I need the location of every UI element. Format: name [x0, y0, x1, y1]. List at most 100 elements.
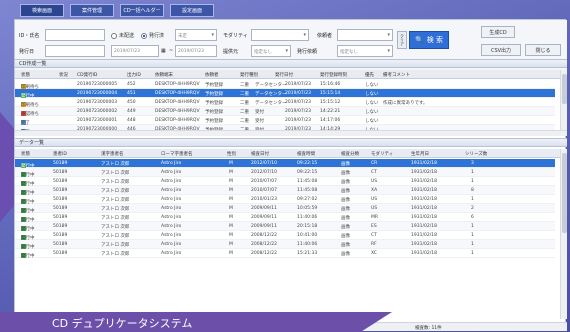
date-to-input[interactable]: 2019/07/23: [175, 45, 217, 57]
date-from-input[interactable]: 2019/07/23: [111, 45, 159, 57]
cd-table-row[interactable]: 発行中 20190723000004 451 DESKTOP-4HH9RQV 予約登録二…: [15, 89, 555, 99]
data-status-text: 発行中: [21, 254, 35, 259]
cd-cell-priority: しない: [365, 101, 379, 106]
bulk-cd-button[interactable]: 生成CD: [481, 26, 515, 38]
data-cell-birth: 1931/02/18: [411, 242, 437, 247]
data-cell-series: 6: [471, 215, 474, 220]
data-col-roman[interactable]: ローマ字患者名: [161, 151, 193, 157]
data-table-row[interactable]: 発行中 50189 アストロ 次郎 Astro Jiro M 2009/09/11 10:0…: [15, 204, 555, 214]
data-col-mod[interactable]: モダリティ: [371, 151, 393, 157]
tab-search[interactable]: 検索画面: [20, 4, 64, 17]
search-button[interactable]: 🔍 検 索: [409, 31, 449, 49]
cd-cell-user: 予約登録: [205, 101, 223, 106]
top-tab-bar: 検索画面 案件管理 CD一括ヘルダー 設定画面: [20, 4, 214, 17]
issue-field[interactable]: [45, 45, 105, 57]
data-cell-birth: 1931/02/18: [411, 179, 437, 184]
cd-table-row[interactable]: 印刷待ち 20190723000005 452 DESKTOP-4HH9RQV 予約登録…: [15, 80, 555, 90]
data-cell-birth: 1931/02/18: [411, 215, 437, 220]
cd-col-user[interactable]: 依頼者: [205, 72, 219, 78]
data-cell-sex: M: [229, 170, 233, 175]
data-col-birth[interactable]: 生年月日: [411, 151, 429, 157]
cd-hscrollbar[interactable]: [15, 130, 567, 136]
data-cell-roman: Astro Jiro: [161, 242, 182, 247]
modality-select[interactable]: [251, 29, 309, 41]
data-col-pid[interactable]: 患者ID: [53, 151, 67, 157]
data-col-date[interactable]: 検査日付: [251, 151, 269, 157]
data-vscrollbar[interactable]: [560, 149, 567, 319]
data-cell-time: 11:45:08: [297, 188, 318, 193]
data-cell-kind: 画像: [341, 252, 350, 257]
cd-table-header: 状態 状況 CD発行ID 出力ID 依頼端末 依頼者 発行種別 発行日付 発行登…: [15, 70, 567, 79]
data-cell-birth: 1931/02/18: [411, 224, 437, 229]
cd-col-time[interactable]: 発行登録時刻: [320, 72, 347, 78]
clear-button[interactable]: クリア: [397, 31, 407, 49]
data-table-row[interactable]: 発行中 50189 アストロ 次郎 Astro Jiro M 2012/07/10 09:2…: [15, 168, 555, 178]
radio-issued[interactable]: 発行済: [141, 32, 164, 39]
csv-export-button[interactable]: CSV出力: [481, 44, 521, 56]
data-table-row[interactable]: 発行中 50189 アストロ 次郎 Astro Jiro M 2009/09/11 11:4…: [15, 213, 555, 223]
requester-label: 依頼者: [317, 33, 333, 39]
id-input[interactable]: [45, 29, 105, 41]
cd-cell-time: 15:15:12: [320, 100, 341, 105]
data-vscroll-thumb[interactable]: [562, 153, 567, 233]
data-col-sex[interactable]: 性別: [227, 151, 236, 157]
data-cell-sex: M: [229, 251, 233, 256]
data-cell-time: 11:40:06: [297, 215, 318, 220]
cd-cell-cd-id: 20190723000004: [77, 91, 118, 96]
data-table-row[interactable]: 発行中 50189 アストロ 次郎 Astro Jiro M 2012/07/10 09:2…: [15, 159, 555, 169]
data-table-row[interactable]: 発行中 50189 アストロ 次郎 Astro Jiro M 2010/01/23 09:2…: [15, 195, 555, 205]
cd-table-row[interactable]: 印刷待ち 20190723000003 450 DESKTOP-4HH9RQV 予約登録…: [15, 98, 555, 108]
cd-col-status[interactable]: 状態: [21, 72, 30, 78]
data-table-row[interactable]: 発行中 50189 アストロ 次郎 Astro Jiro M 2010/07/07 11:4…: [15, 186, 555, 196]
data-table-row[interactable]: 発行中 50189 アストロ 次郎 Astro Jiro M 2010/07/07 11:4…: [15, 177, 555, 187]
type-select[interactable]: 未定: [175, 29, 217, 41]
data-cell-pid: 50189: [53, 197, 68, 202]
cd-table-row[interactable]: 承認待ち 20190723000002 449 DESKTOP-4HH9RQV 予約登録…: [15, 107, 555, 117]
data-cell-sex: M: [229, 242, 233, 247]
data-col-kanji[interactable]: 漢字患者名: [101, 151, 124, 157]
dept-select[interactable]: 指定なし: [251, 45, 291, 57]
cd-col-kind[interactable]: 発行種別: [240, 72, 258, 78]
data-table-row[interactable]: 発行中 50189 アストロ 次郎 Astro Jiro M 2008/12/22 11:4…: [15, 240, 555, 250]
close-button[interactable]: 閉じる: [525, 44, 561, 56]
search-icon: 🔍: [415, 36, 424, 44]
cd-vscroll-thumb[interactable]: [562, 74, 567, 104]
calendar-icon[interactable]: ▦: [161, 48, 166, 54]
data-cell-date: 2012/07/10: [251, 170, 277, 175]
radio-unsent[interactable]: 未配送: [111, 32, 134, 39]
cd-cell-terminal: DESKTOP-4HH9RQV: [155, 82, 200, 87]
data-cell-series: 1: [471, 251, 474, 256]
data-col-status[interactable]: 状態: [21, 151, 30, 157]
cd-col-date[interactable]: 発行日付: [275, 72, 293, 78]
cd-col-comment[interactable]: 備考コメント: [383, 72, 410, 78]
requester-select[interactable]: [337, 29, 393, 41]
data-cell-time: 10:41:00: [297, 233, 318, 238]
cd-col-state[interactable]: 状況: [59, 72, 68, 78]
tab-settings[interactable]: 設定画面: [170, 4, 214, 17]
cd-col-terminal[interactable]: 依頼端末: [155, 72, 173, 78]
data-table-row[interactable]: 発行中 50189 アストロ 次郎 Astro Jiro M 2008/12/22 10:4…: [15, 231, 555, 241]
data-cell-date: 2010/07/07: [251, 188, 277, 193]
data-col-series[interactable]: シリーズ数: [465, 151, 487, 157]
data-cell-kanji: アストロ 次郎: [101, 234, 130, 239]
id-name-label: ID・氏名: [19, 33, 40, 39]
data-col-time[interactable]: 検査時間: [297, 151, 315, 157]
cd-cell-out: 451: [127, 91, 136, 96]
data-cell-mod: ES: [371, 224, 377, 229]
cd-vscrollbar[interactable]: [560, 70, 567, 130]
data-cell-time: 09:22:15: [297, 170, 318, 175]
tab-case[interactable]: 案件管理: [70, 4, 114, 17]
data-col-kind[interactable]: 検査分類: [341, 151, 359, 157]
cd-cell-user: 予約登録: [205, 110, 223, 115]
target-select[interactable]: 指定なし: [337, 45, 393, 57]
cd-col-priority[interactable]: 優先: [365, 72, 374, 78]
tab-cd-folder[interactable]: CD一括ヘルダー: [120, 4, 164, 17]
cd-cell-date: 2019/07/23: [285, 118, 311, 123]
target-label: 発行依頼: [297, 49, 318, 55]
cd-col-out[interactable]: 出力ID: [127, 72, 141, 78]
cd-table-row[interactable]: 完了 20190723000001 448 DESKTOP-4HH9RQV 予約登録 二重…: [15, 116, 555, 126]
data-cell-mod: XC: [371, 251, 377, 256]
data-table-row[interactable]: 発行中 50189 アストロ 次郎 Astro Jiro M 2009/09/11 20:1…: [15, 222, 555, 232]
cd-col-cdid[interactable]: CD発行ID: [77, 72, 97, 78]
data-table-row[interactable]: 発行中 50189 アストロ 次郎 Astro Jiro M 2008/12/22 15:2…: [15, 249, 555, 259]
